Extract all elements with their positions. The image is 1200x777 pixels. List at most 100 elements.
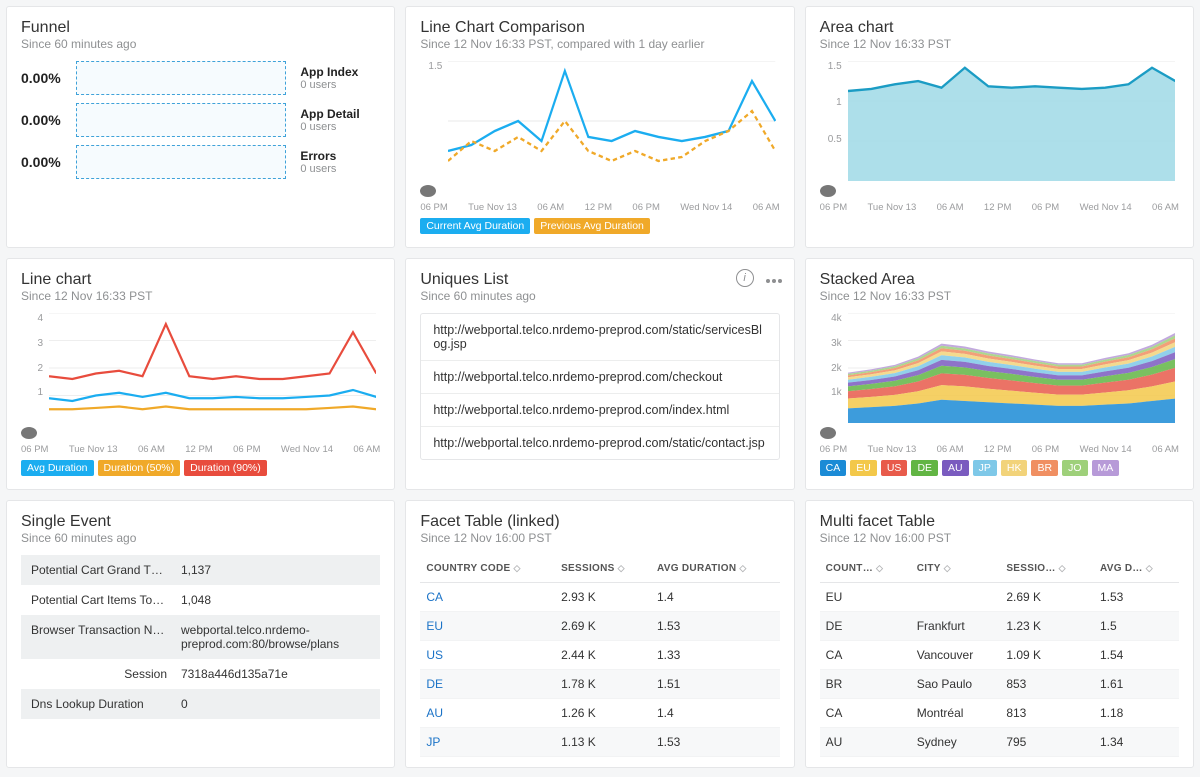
table-cell: EU <box>420 612 555 641</box>
funnel-percent: 0.00% <box>21 112 76 128</box>
eye-icon[interactable] <box>420 185 436 197</box>
table-row[interactable]: BRSao Paulo8531.61 <box>820 670 1179 699</box>
card-title: Facet Table (linked) <box>420 513 779 531</box>
funnel-bar[interactable] <box>76 145 286 179</box>
list-item[interactable]: http://webportal.telco.nrdemo-preprod.co… <box>421 361 778 394</box>
table-cell: Sao Paulo <box>911 670 1001 699</box>
funnel-bar[interactable] <box>76 61 286 95</box>
table-cell: 2.69 K <box>555 612 651 641</box>
column-header[interactable]: CITY◇ <box>911 555 1001 583</box>
table-row[interactable]: US2.44 K1.33 <box>420 641 779 670</box>
funnel-label: App Index0 users <box>300 65 380 91</box>
table-row[interactable]: DE1.78 K1.51 <box>420 670 779 699</box>
area-chart[interactable]: 1.510.5 <box>820 61 1179 181</box>
card-subtitle: Since 12 Nov 16:33 PST <box>820 289 1179 303</box>
table-row[interactable]: CA2.93 K1.4 <box>420 583 779 612</box>
card-subtitle: Since 60 minutes ago <box>21 37 380 51</box>
funnel-label: Errors0 users <box>300 149 380 175</box>
event-value: 0 <box>181 697 370 711</box>
table-row[interactable]: DEFrankfurt1.23 K1.5 <box>820 612 1179 641</box>
legend-pill[interactable]: Avg Duration <box>21 460 94 476</box>
card-title: Single Event <box>21 513 380 531</box>
stacked-area-chart[interactable]: 4k3k2k1k <box>820 313 1179 423</box>
column-header[interactable]: AVG D…◇ <box>1094 555 1179 583</box>
table-cell: AU <box>820 728 911 757</box>
table-cell: US <box>420 641 555 670</box>
funnel-row: 0.00% App Detail0 users <box>21 103 380 137</box>
table-cell: Frankfurt <box>911 612 1001 641</box>
card-subtitle: Since 12 Nov 16:33 PST, compared with 1 … <box>420 37 779 51</box>
table-row[interactable]: EU2.69 K1.53 <box>820 583 1179 612</box>
sort-icon[interactable]: ◇ <box>618 563 625 573</box>
funnel-bar[interactable] <box>76 103 286 137</box>
card-title: Funnel <box>21 19 380 37</box>
column-header[interactable]: AVG DURATION◇ <box>651 555 780 583</box>
event-key: Browser Transaction N… <box>31 623 181 651</box>
event-key: Session <box>31 667 181 681</box>
x-axis-labels: 06 PMTue Nov 1306 AM12 PM06 PMWed Nov 14… <box>420 202 779 213</box>
table-row[interactable]: AUSydney7951.34 <box>820 728 1179 757</box>
info-icon[interactable]: i <box>736 269 754 287</box>
sort-icon[interactable]: ◇ <box>944 563 951 573</box>
line-compare-chart[interactable]: 1.5 <box>420 61 779 181</box>
table-row[interactable]: AU1.26 K1.4 <box>420 699 779 728</box>
table-row[interactable]: EU2.69 K1.53 <box>420 612 779 641</box>
column-header[interactable]: SESSIO…◇ <box>1000 555 1094 583</box>
column-header[interactable]: COUNT…◇ <box>820 555 911 583</box>
sort-icon[interactable]: ◇ <box>739 563 746 573</box>
multi-facet-table: COUNT…◇CITY◇SESSIO…◇AVG D…◇ EU2.69 K1.53… <box>820 555 1179 757</box>
column-header[interactable]: COUNTRY CODE◇ <box>420 555 555 583</box>
list-item[interactable]: http://webportal.telco.nrdemo-preprod.co… <box>421 394 778 427</box>
legend-pill[interactable]: CA <box>820 460 847 476</box>
eye-icon[interactable] <box>21 427 37 439</box>
table-row[interactable]: CAMontréal8131.18 <box>820 699 1179 728</box>
legend-pill[interactable]: DE <box>911 460 938 476</box>
legend-pill[interactable]: US <box>881 460 908 476</box>
funnel-row: 0.00% Errors0 users <box>21 145 380 179</box>
legend-pill[interactable]: BR <box>1031 460 1058 476</box>
sort-icon[interactable]: ◇ <box>514 563 521 573</box>
stacked-area-card: Stacked Area Since 12 Nov 16:33 PST 4k3k… <box>805 258 1194 490</box>
eye-icon[interactable] <box>820 185 836 197</box>
legend-pill[interactable]: AU <box>942 460 969 476</box>
legend-pill[interactable]: JP <box>973 460 997 476</box>
table-cell: CA <box>820 699 911 728</box>
eye-icon[interactable] <box>820 427 836 439</box>
column-header[interactable]: SESSIONS◇ <box>555 555 651 583</box>
sort-icon[interactable]: ◇ <box>876 563 883 573</box>
table-row[interactable]: JP1.13 K1.53 <box>420 728 779 757</box>
table-cell: Vancouver <box>911 641 1001 670</box>
sort-icon[interactable]: ◇ <box>1146 563 1153 573</box>
line-compare-card: Line Chart Comparison Since 12 Nov 16:33… <box>405 6 794 248</box>
card-title: Multi facet Table <box>820 513 1179 531</box>
table-row[interactable]: CAVancouver1.09 K1.54 <box>820 641 1179 670</box>
chart-legend: CAEUUSDEAUJPHKBRJO MA <box>820 459 1179 479</box>
line-chart[interactable]: 4321 <box>21 313 380 423</box>
legend-pill[interactable]: Duration (90%) <box>184 460 267 476</box>
uniques-card: i Uniques List Since 60 minutes ago http… <box>405 258 794 490</box>
legend-pill[interactable]: MA <box>1092 460 1120 476</box>
more-icon[interactable] <box>764 271 782 286</box>
legend-pill[interactable]: JO <box>1062 460 1087 476</box>
legend-pill[interactable]: Current Avg Duration <box>420 218 530 234</box>
line-chart-card: Line chart Since 12 Nov 16:33 PST 4321 0… <box>6 258 395 490</box>
table-cell: 795 <box>1000 728 1094 757</box>
funnel-card: Funnel Since 60 minutes ago 0.00% App In… <box>6 6 395 248</box>
funnel-label: App Detail0 users <box>300 107 380 133</box>
list-item[interactable]: http://webportal.telco.nrdemo-preprod.co… <box>421 314 778 361</box>
legend-pill[interactable]: EU <box>850 460 877 476</box>
legend-pill[interactable]: Previous Avg Duration <box>534 218 650 234</box>
list-item[interactable]: http://webportal.telco.nrdemo-preprod.co… <box>421 427 778 459</box>
table-cell: CA <box>420 583 555 612</box>
table-cell: 1.51 <box>651 670 780 699</box>
legend-pill[interactable]: HK <box>1001 460 1028 476</box>
facet-table-card: Facet Table (linked) Since 12 Nov 16:00 … <box>405 500 794 768</box>
table-cell: 2.44 K <box>555 641 651 670</box>
event-row: Potential Cart Grand T…1,137 <box>21 555 380 585</box>
table-cell: 1.53 <box>1094 583 1179 612</box>
table-cell: 1.5 <box>1094 612 1179 641</box>
sort-icon[interactable]: ◇ <box>1059 563 1066 573</box>
legend-pill[interactable]: Duration (50%) <box>98 460 181 476</box>
multi-facet-card: Multi facet Table Since 12 Nov 16:00 PST… <box>805 500 1194 768</box>
table-cell: Montréal <box>911 699 1001 728</box>
